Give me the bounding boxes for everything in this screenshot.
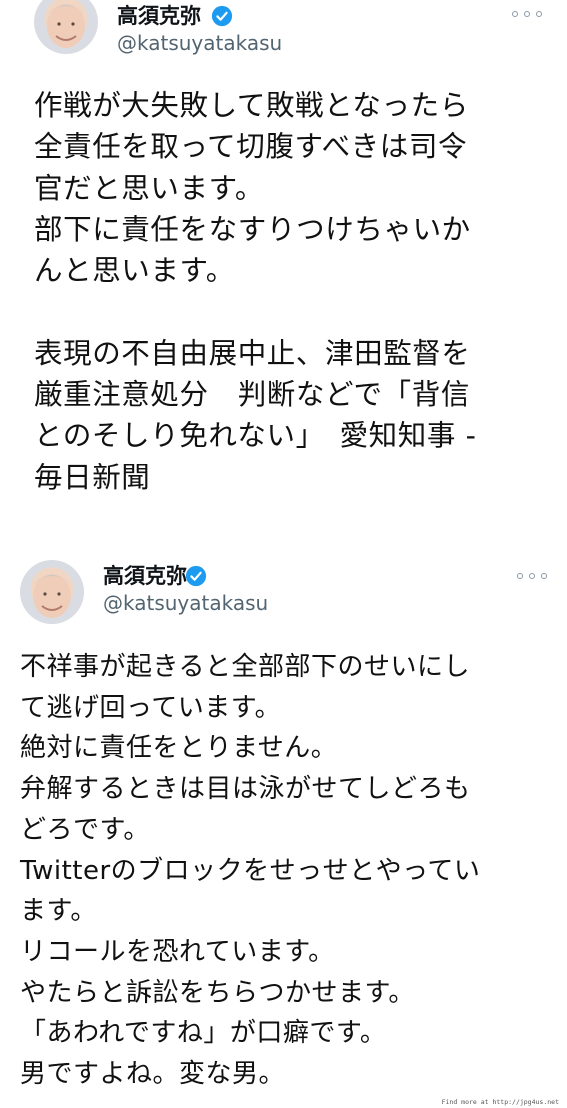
avatar[interactable] <box>34 0 98 54</box>
verified-badge-icon <box>211 5 233 27</box>
author-handle[interactable]: @katsuyatakasu <box>103 591 268 615</box>
author-name[interactable]: 高須克弥 <box>103 563 187 589</box>
author-handle[interactable]: @katsuyatakasu <box>117 31 282 55</box>
tweet-text: 作戦が大失敗して敗戦となったら 全責任を取って切腹すべきは司令 官だと思います。… <box>34 89 477 494</box>
verified-badge-icon <box>185 565 207 587</box>
watermark: Find more at http://jpg4us.net <box>441 1098 559 1106</box>
more-options-icon[interactable] <box>517 570 547 582</box>
avatar[interactable] <box>20 560 84 624</box>
author-name[interactable]: 高須克弥 <box>117 3 201 29</box>
more-options-icon[interactable] <box>512 8 542 20</box>
tweet-card: 高須克弥 @katsuyatakasu 作戦が大失敗して敗戦となったら 全責任を… <box>0 0 567 546</box>
tweet-text: 不祥事が起きると全部部下のせいにし て逃げ回っています。 絶対に責任をとりません… <box>20 652 481 1090</box>
